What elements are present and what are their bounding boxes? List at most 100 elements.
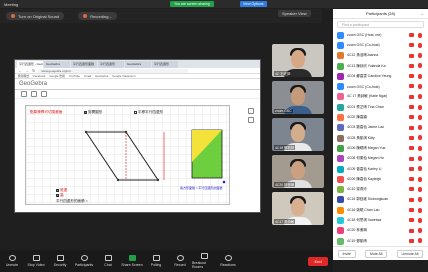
participant-name: 4C16 姚曉 Chan Lau bbox=[347, 207, 380, 212]
avatar bbox=[337, 52, 344, 60]
bookmark-item[interactable]: Google 雲端 bbox=[50, 74, 65, 78]
stop-video-label: Stop Video bbox=[27, 263, 45, 267]
tile-name: 4C17 黃詩敏 bbox=[274, 219, 296, 224]
participant-row[interactable]: 4C19 鄧凱晴 bbox=[333, 236, 428, 246]
participant-row[interactable]: zoom GSC (Co-host) bbox=[333, 81, 428, 91]
participants-panel: Participants (28) ⌄ Find a participant z… bbox=[333, 9, 428, 260]
find-participant-input[interactable]: Find a participant bbox=[337, 21, 424, 28]
reactions-label: Reactions bbox=[220, 263, 236, 267]
avatar bbox=[337, 134, 344, 142]
reload-icon[interactable]: ↻ bbox=[32, 68, 35, 73]
video-tile[interactable]: zoom GSC bbox=[272, 81, 324, 114]
participant-row[interactable]: 4C02 陳嘉穎 bbox=[333, 112, 428, 122]
participant-row[interactable]: 4C05 黃凱琪 Kitty bbox=[333, 133, 428, 143]
participant-row[interactable]: 4C09 陳嘉怡 Kayleigh bbox=[333, 174, 428, 184]
muted-microphone-icon bbox=[418, 156, 422, 162]
share-screen-button[interactable]: Share Screen bbox=[120, 255, 144, 267]
participant-name: 4C09 陳嘉怡 Kayleigh bbox=[347, 176, 382, 181]
bookmark-item[interactable]: 應用程式 bbox=[18, 74, 29, 78]
browser-tab[interactable]: GeoGebra bbox=[44, 61, 70, 68]
participant-row[interactable]: 4C09 曾嘉怡 Karley Li bbox=[333, 164, 428, 174]
chevron-down-icon[interactable]: ⌄ bbox=[421, 11, 424, 16]
polling-button[interactable]: Polling bbox=[144, 255, 168, 267]
chat-label: Chat bbox=[104, 263, 112, 267]
participant-face bbox=[291, 124, 305, 142]
chat-button[interactable]: Chat bbox=[96, 255, 120, 267]
audio-icon bbox=[11, 14, 15, 18]
undo-icon[interactable] bbox=[248, 108, 254, 114]
muted-microphone-icon bbox=[418, 145, 422, 151]
participants-header: Participants (28) ⌄ bbox=[333, 9, 428, 19]
browser-tab[interactable]: GeoGebra bbox=[125, 61, 151, 68]
video-off-icon bbox=[409, 33, 414, 37]
participant-name: 4C13 陳詠欣 Yolanda Ka bbox=[347, 63, 386, 68]
video-tile[interactable]: 4C20 林雅琳 bbox=[272, 155, 324, 188]
view-options-button[interactable]: View Options bbox=[240, 1, 267, 7]
invite-button[interactable]: Invite bbox=[337, 249, 356, 258]
bookmark-item[interactable]: GeoGebra bbox=[95, 74, 108, 78]
participant-row[interactable]: 4C13 陳詠欣 Yolanda Ka bbox=[333, 61, 428, 71]
participant-row[interactable]: 4C06 陳曉晴 Megan Yue bbox=[333, 143, 428, 153]
original-sound-button[interactable]: Turn on Original Sound bbox=[6, 12, 65, 20]
video-tile[interactable]: 4C 石老師 bbox=[272, 44, 324, 77]
bookmark-item[interactable]: Google Classroom bbox=[112, 74, 135, 78]
participant-row[interactable]: 4C 17 黃詩敏 (Katie Ngai) bbox=[333, 92, 428, 102]
participant-face bbox=[291, 50, 305, 68]
participant-row[interactable]: 4C18 何思琪 Vanessa bbox=[333, 215, 428, 225]
breakout-rooms-button[interactable]: Breakout Rooms bbox=[192, 253, 216, 269]
unmute-all-button[interactable]: Unmute All bbox=[396, 249, 424, 258]
bookmark-item[interactable]: Facebook bbox=[33, 74, 45, 78]
video-off-icon bbox=[409, 53, 414, 58]
participant-row[interactable]: 4C20 林雅琳 bbox=[333, 226, 428, 236]
zoom-out-tool-icon[interactable] bbox=[41, 91, 47, 97]
chat-bubble-icon bbox=[104, 255, 112, 261]
participant-row[interactable]: 4C10 梁燕玲 bbox=[333, 184, 428, 194]
participant-name: 4C04 蘇嘉雯 Candice Yeung bbox=[347, 73, 392, 78]
forward-arrow-icon[interactable]: → bbox=[25, 68, 29, 73]
participants-button[interactable]: Participants bbox=[72, 255, 96, 267]
participant-row[interactable]: 4C08 何樂怡 Megan Ho bbox=[333, 154, 428, 164]
video-off-icon bbox=[409, 115, 414, 120]
participant-row[interactable]: zoom GSC (Host, me) bbox=[333, 30, 428, 40]
end-meeting-button[interactable]: End bbox=[308, 257, 328, 266]
video-tile[interactable]: 4C19 鄧凱晴 bbox=[272, 118, 324, 151]
video-tile[interactable]: 4C17 黃詩敏 bbox=[272, 192, 324, 225]
speaker-view-button[interactable]: Speaker View bbox=[278, 10, 311, 17]
bookmark-item[interactable]: Gmail bbox=[84, 74, 91, 78]
muted-microphone-icon bbox=[418, 176, 422, 182]
participant-row[interactable]: 4C01 蔡芷晴 Tina Chan bbox=[333, 102, 428, 112]
move-tool-icon[interactable] bbox=[21, 91, 27, 97]
participant-row[interactable]: zoom GSC (Co-host) bbox=[333, 40, 428, 50]
participant-row[interactable]: 4C03 劉嘉怡 Jaime Lau bbox=[333, 123, 428, 133]
browser-tab[interactable]: 平行四邊形 - GeoGebra bbox=[17, 61, 43, 68]
geogebra-canvas[interactable]: 點擊滑桿可切換畫面 剪開圖形 平移平行四邊形 長方形面積 = 平行四邊形的面積 … bbox=[25, 105, 230, 205]
browser-tab[interactable]: 平行四邊形 bbox=[98, 61, 124, 68]
reactions-button[interactable]: Reactions bbox=[216, 255, 240, 267]
tile-name: 4C 石老師 bbox=[274, 71, 292, 76]
vertex-point bbox=[84, 130, 88, 134]
unmute-button[interactable]: Unmute bbox=[0, 255, 24, 267]
bookmark-item[interactable]: YouTube bbox=[69, 74, 80, 78]
height-checkbox[interactable]: 高 bbox=[56, 193, 64, 198]
url-field[interactable]: www.geogebra.org/m/... bbox=[38, 68, 189, 73]
participant-name: 4C10 梁燕玲 bbox=[347, 187, 367, 192]
participant-row[interactable]: 4C16 姚曉 Chan Lau bbox=[333, 205, 428, 215]
video-off-icon bbox=[409, 177, 414, 182]
participant-row[interactable]: 4C12 黃浩晴Joanna bbox=[333, 51, 428, 61]
redo-icon[interactable] bbox=[248, 117, 254, 123]
record-button[interactable]: Record bbox=[168, 255, 192, 267]
browser-tab[interactable]: 平行四邊形面積 bbox=[71, 61, 97, 68]
back-arrow-icon[interactable]: ← bbox=[18, 68, 22, 73]
security-button[interactable]: Security bbox=[48, 255, 72, 267]
parallelogram-shape bbox=[85, 131, 159, 181]
participant-row[interactable]: 4C15 郭鈺瑤 Siobongkuan bbox=[333, 195, 428, 205]
mute-all-button[interactable]: Mute All bbox=[364, 249, 388, 258]
stop-video-button[interactable]: Stop Video bbox=[24, 255, 48, 267]
zoom-in-tool-icon[interactable] bbox=[31, 91, 37, 97]
browser-tab[interactable]: 平行四邊形 bbox=[152, 61, 178, 68]
participant-row[interactable]: 4C04 蘇嘉雯 Candice Yeung bbox=[333, 71, 428, 81]
participant-name: 4C 17 黃詩敏 (Katie Ngai) bbox=[347, 94, 388, 99]
share-screen-label: Share Screen bbox=[121, 263, 143, 267]
recording-indicator[interactable]: Recording... bbox=[78, 12, 117, 20]
geogebra-header: GeoGebra bbox=[15, 79, 260, 90]
